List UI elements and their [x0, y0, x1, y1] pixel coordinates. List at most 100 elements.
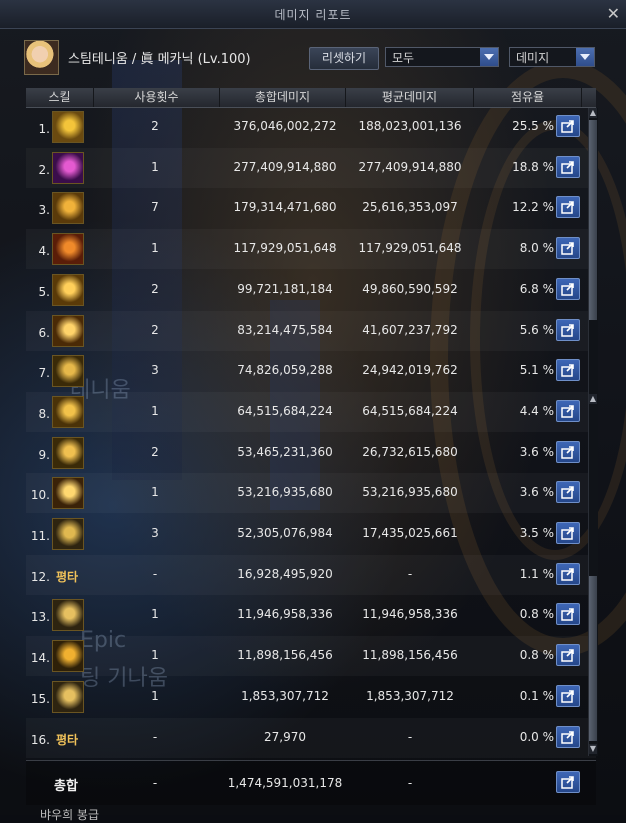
share-button[interactable]	[556, 771, 580, 793]
row-share: 3.6 %	[519, 485, 554, 500]
table-row[interactable]: 7. 3 74,826,059,288 24,942,019,762 5.1 %	[26, 351, 596, 391]
scrollbar-thumb[interactable]	[589, 120, 597, 320]
row-total-damage: 52,305,076,984	[237, 526, 333, 540]
row-rank: 7.	[38, 366, 50, 381]
scroll-up-icon[interactable]: ▲	[589, 108, 597, 118]
filter-dropdown[interactable]: 모두	[385, 47, 499, 67]
share-button[interactable]	[556, 277, 580, 300]
table-row[interactable]: 14. 1 11,898,156,456 11,898,156,456 0.8 %	[26, 636, 596, 676]
column-header-avg[interactable]: 평균데미지	[346, 88, 474, 107]
skill-damage-list[interactable]: 1. 2 376,046,002,272 188,023,001,136 25.5 % 2…	[26, 107, 596, 758]
row-share: 3.5 %	[519, 526, 554, 540]
row-avg-damage: 49,860,590,592	[362, 281, 458, 296]
share-button[interactable]	[556, 399, 580, 422]
row-share: 25.5 %	[512, 119, 554, 133]
row-uses: -	[152, 729, 158, 744]
scroll-down-icon[interactable]: ▼	[589, 744, 597, 754]
row-rank: 3.	[38, 203, 50, 218]
row-avg-damage: 17,435,025,661	[362, 526, 458, 540]
row-share: 0.8 %	[519, 648, 554, 663]
row-avg-damage: 1,853,307,712	[366, 688, 454, 703]
share-button[interactable]	[556, 359, 580, 382]
share-button[interactable]	[556, 237, 580, 260]
row-rank: 16.	[30, 732, 50, 747]
laser-beam-icon	[52, 314, 84, 347]
cannon-icon	[52, 395, 84, 428]
row-avg-damage: 188,023,001,136	[358, 119, 462, 133]
chevron-down-icon[interactable]	[576, 48, 594, 66]
row-share: 1.1 %	[519, 566, 554, 581]
column-header-share[interactable]: 점유율	[474, 88, 582, 107]
column-header-uses[interactable]: 사용횟수	[94, 88, 220, 107]
share-icon	[561, 730, 574, 744]
share-button[interactable]	[556, 522, 580, 544]
column-header-skill[interactable]: 스킬	[26, 88, 94, 107]
row-total-damage: 179,314,471,680	[233, 200, 337, 215]
scrollbar-lower[interactable]: ▲ ▼	[588, 394, 598, 756]
table-row[interactable]: 13. 1 11,946,958,336 11,946,958,336 0.8 %	[26, 595, 596, 635]
row-total-damage: 99,721,181,184	[237, 281, 333, 296]
g1-drone-icon	[52, 680, 84, 713]
table-row[interactable]: 3. 7 179,314,471,680 25,616,353,097 12.2 %	[26, 188, 596, 228]
share-button[interactable]	[556, 684, 580, 707]
row-rank: 4.	[38, 244, 50, 259]
reset-button[interactable]: 리셋하기	[309, 47, 379, 70]
chevron-down-icon[interactable]	[480, 48, 498, 66]
row-total-damage: 16,928,495,920	[237, 566, 333, 581]
table-row[interactable]: 5. 2 99,721,181,184 49,860,590,592 6.8 %	[26, 270, 596, 310]
total-uses: -	[152, 776, 158, 790]
row-avg-damage: 24,942,019,762	[362, 363, 458, 378]
row-total-damage: 11,898,156,456	[237, 648, 333, 663]
share-button[interactable]	[556, 481, 580, 504]
share-button[interactable]	[556, 196, 580, 219]
table-row[interactable]: 6. 2 83,214,475,584 41,607,237,792 5.6 %	[26, 311, 596, 351]
share-button[interactable]	[556, 562, 580, 585]
table-row[interactable]: 11. 3 52,305,076,984 17,435,025,661 3.5 %	[26, 514, 596, 554]
share-button[interactable]	[556, 440, 580, 463]
row-uses: 2	[151, 281, 159, 296]
row-rank: 10.	[30, 488, 50, 503]
share-icon	[561, 323, 574, 337]
metric-dropdown-value: 데미지	[516, 51, 550, 65]
table-row[interactable]: 8. 1 64,515,684,224 64,515,684,224 4.4 %	[26, 392, 596, 432]
scrollbar-thumb[interactable]	[589, 576, 597, 741]
scrollbar-upper[interactable]: ▲	[588, 108, 598, 394]
table-row[interactable]: 9. 2 53,465,231,360 26,732,615,680 3.6 %	[26, 433, 596, 473]
share-button[interactable]	[556, 603, 580, 626]
share-button[interactable]	[556, 155, 580, 178]
row-total-damage: 277,409,914,880	[233, 159, 337, 174]
table-row[interactable]: 1. 2 376,046,002,272 188,023,001,136 25.5 %	[26, 107, 596, 147]
avatar	[24, 40, 59, 75]
share-button[interactable]	[556, 115, 580, 137]
share-icon	[561, 405, 574, 418]
table-row[interactable]: 12. 평타 - 16,928,495,920 - 1.1 %	[26, 555, 596, 595]
row-avg-damage: -	[407, 566, 413, 581]
row-share: 8.0 %	[519, 241, 554, 256]
table-row[interactable]: 2. 1 277,409,914,880 277,409,914,880 18.8 %	[26, 148, 596, 188]
window-titlebar[interactable]: 데미지 리포트 ✕	[0, 0, 626, 29]
row-share: 12.2 %	[512, 200, 554, 215]
share-button[interactable]	[556, 644, 580, 667]
table-row[interactable]: 4. 1 117,929,051,648 117,929,051,648 8.0 %	[26, 229, 596, 269]
column-header-total[interactable]: 총합데미지	[220, 88, 346, 107]
row-uses: 1	[151, 403, 159, 418]
metric-dropdown[interactable]: 데미지	[509, 47, 595, 67]
row-share: 4.4 %	[519, 403, 554, 418]
share-button[interactable]	[556, 318, 580, 341]
row-uses: 2	[151, 322, 159, 337]
total-avg: -	[407, 776, 413, 790]
row-uses: 1	[151, 159, 159, 174]
row-total-damage: 53,465,231,360	[237, 444, 333, 459]
row-rank: 14.	[30, 651, 50, 666]
table-row[interactable]: 10. 1 53,216,935,680 53,216,935,680 3.6 %	[26, 473, 596, 513]
row-uses: 2	[151, 119, 159, 133]
share-button[interactable]	[556, 725, 580, 748]
g2-gear-icon	[52, 518, 84, 550]
close-icon[interactable]: ✕	[607, 4, 620, 23]
scroll-up-icon[interactable]: ▲	[589, 394, 597, 404]
table-row[interactable]: 15. 1 1,853,307,712 1,853,307,712 0.1 %	[26, 677, 596, 717]
row-avg-damage: 64,515,684,224	[362, 403, 458, 418]
table-row[interactable]: 16. 평타 - 27,970 - 0.0 %	[26, 718, 596, 758]
row-rank: 2.	[38, 162, 50, 177]
row-rank: 5.	[38, 284, 50, 299]
